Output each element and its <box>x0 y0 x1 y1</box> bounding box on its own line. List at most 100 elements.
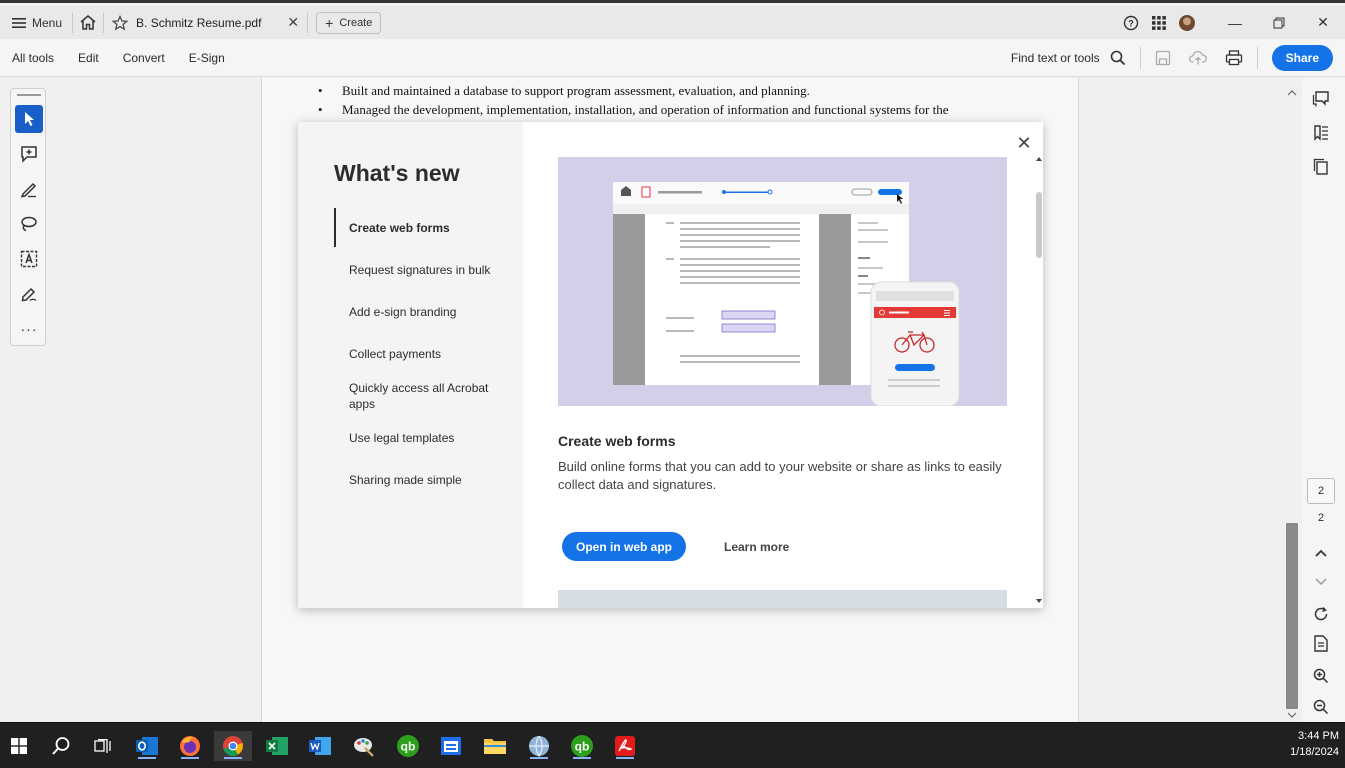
taskbar-firefox[interactable] <box>175 731 205 761</box>
feature-nav-item[interactable]: Create web forms <box>334 208 514 247</box>
scrollbar-thumb[interactable] <box>1286 523 1298 709</box>
feature-nav-item[interactable]: Sharing made simple <box>334 472 514 488</box>
taskbar-outlook[interactable] <box>132 731 162 761</box>
scroll-up-arrow-icon[interactable] <box>1286 89 1298 97</box>
esign-menu[interactable]: E-Sign <box>177 51 237 65</box>
task-view-button[interactable] <box>88 731 118 761</box>
dialog-sidebar: What's new Create web forms Request sign… <box>298 122 523 608</box>
taskbar-search-button[interactable] <box>46 731 76 761</box>
upload-cloud-icon[interactable] <box>1188 50 1207 66</box>
home-button[interactable] <box>73 6 103 39</box>
pen-icon <box>20 182 37 198</box>
task-view-icon <box>94 739 111 753</box>
separator <box>1139 46 1141 69</box>
current-page-input[interactable]: 2 <box>1307 478 1335 504</box>
profile-button[interactable] <box>1173 6 1201 39</box>
all-tools-menu[interactable]: All tools <box>0 51 66 65</box>
rotate-icon <box>1314 606 1328 621</box>
active-app-indicator <box>616 757 634 759</box>
taskbar-quickbooks-2[interactable]: qb <box>567 731 597 761</box>
taskbar-acrobat[interactable] <box>610 731 640 761</box>
draw-tool-button[interactable] <box>15 210 43 238</box>
open-in-web-app-button[interactable]: Open in web app <box>562 532 687 561</box>
rotate-button[interactable] <box>1310 603 1332 625</box>
bookmarks-panel-button[interactable] <box>1310 122 1332 144</box>
feature-nav-item[interactable]: Add e-sign branding <box>334 304 514 320</box>
chrome-icon <box>223 736 243 756</box>
close-tab-icon[interactable]: ✕ <box>287 14 299 31</box>
pages-panel-button[interactable] <box>1310 156 1332 178</box>
learn-more-link[interactable]: Learn more <box>724 540 789 554</box>
previous-page-button[interactable] <box>1310 542 1332 564</box>
select-tool-button[interactable] <box>15 105 43 133</box>
search-icon[interactable] <box>1110 50 1126 66</box>
star-icon[interactable] <box>112 14 129 31</box>
zoom-out-button[interactable] <box>1310 696 1332 718</box>
taskbar-file-explorer[interactable] <box>480 731 510 761</box>
right-rail: 2 2 <box>1302 78 1345 725</box>
hamburger-icon <box>12 17 26 28</box>
feature-nav-item[interactable]: Use legal templates <box>334 430 514 446</box>
text-tool-button[interactable] <box>15 245 43 273</box>
start-button[interactable] <box>4 731 34 761</box>
zoom-in-button[interactable] <box>1310 665 1332 687</box>
apps-button[interactable] <box>1145 6 1173 39</box>
taskbar-word[interactable] <box>305 731 335 761</box>
menu-button[interactable]: Menu <box>0 6 72 39</box>
find-text-button[interactable]: Find text or tools <box>1011 51 1100 65</box>
scroll-down-arrow-icon[interactable] <box>1035 598 1043 604</box>
feature-nav-item[interactable]: Collect payments <box>334 346 514 362</box>
svg-text:qb: qb <box>401 740 416 754</box>
more-tools-button[interactable]: ··· <box>15 315 43 343</box>
edit-menu[interactable]: Edit <box>66 51 111 65</box>
calendar-app-icon <box>441 737 461 755</box>
close-dialog-button[interactable]: ✕ <box>1013 132 1035 154</box>
toolbar-right: Find text or tools Share <box>1011 39 1333 76</box>
search-icon <box>52 737 70 755</box>
minimize-button[interactable]: — <box>1213 6 1257 39</box>
svg-text:qb: qb <box>575 740 590 754</box>
feature-title: Create web forms <box>558 433 676 449</box>
comment-tool-button[interactable] <box>15 140 43 168</box>
more-dots-icon: ··· <box>20 321 38 337</box>
clock-time: 3:44 PM <box>1298 730 1339 742</box>
dialog-scrollbar-thumb[interactable] <box>1036 192 1042 258</box>
close-window-button[interactable]: ✕ <box>1301 6 1345 39</box>
feature-nav-item[interactable]: Quickly access all Acrobat apps <box>334 380 494 412</box>
create-button[interactable]: + Create <box>316 11 382 34</box>
taskbar-globe-app[interactable] <box>524 731 554 761</box>
drag-handle[interactable] <box>17 94 41 96</box>
quickbooks-icon: qb <box>397 735 419 757</box>
next-page-button[interactable] <box>1310 571 1332 593</box>
taskbar-calendar-app[interactable] <box>436 731 466 761</box>
main-toolbar: All tools Edit Convert E-Sign Find text … <box>0 39 1345 77</box>
taskbar-excel[interactable] <box>262 731 292 761</box>
taskbar-quickbooks[interactable]: qb <box>393 731 423 761</box>
scroll-down-arrow-icon[interactable] <box>1286 711 1298 719</box>
page-view-button[interactable] <box>1310 633 1332 655</box>
document-tab[interactable]: B. Schmitz Resume.pdf ✕ <box>104 6 307 39</box>
highlight-tool-button[interactable] <box>15 175 43 203</box>
titlebar-right: ? — ✕ <box>1117 6 1345 39</box>
taskbar-chrome[interactable] <box>214 731 252 761</box>
help-button[interactable]: ? <box>1117 6 1145 39</box>
help-icon: ? <box>1123 15 1139 30</box>
share-button[interactable]: Share <box>1271 44 1333 71</box>
convert-menu[interactable]: Convert <box>111 51 177 65</box>
separator <box>307 12 309 33</box>
taskbar-paint[interactable] <box>349 731 379 761</box>
save-icon[interactable] <box>1155 50 1171 66</box>
scroll-up-arrow-icon[interactable] <box>1035 156 1043 162</box>
active-app-indicator <box>138 757 156 759</box>
feature-nav-item[interactable]: Request signatures in bulk <box>334 262 514 278</box>
system-clock[interactable]: 3:44 PM 1/18/2024 <box>1290 728 1339 760</box>
windows-taskbar: qb qb 3:44 PM 1/18/2024 <box>0 722 1345 768</box>
sign-tool-button[interactable] <box>15 280 43 308</box>
dialog-scrollbar[interactable] <box>1035 152 1043 608</box>
print-icon[interactable] <box>1225 49 1243 66</box>
feature-illustration <box>558 157 1007 406</box>
excel-icon <box>266 737 288 755</box>
restore-button[interactable] <box>1257 6 1301 39</box>
resume-bullet: Managed the development, implementation,… <box>318 102 948 118</box>
comments-panel-button[interactable] <box>1310 88 1332 110</box>
